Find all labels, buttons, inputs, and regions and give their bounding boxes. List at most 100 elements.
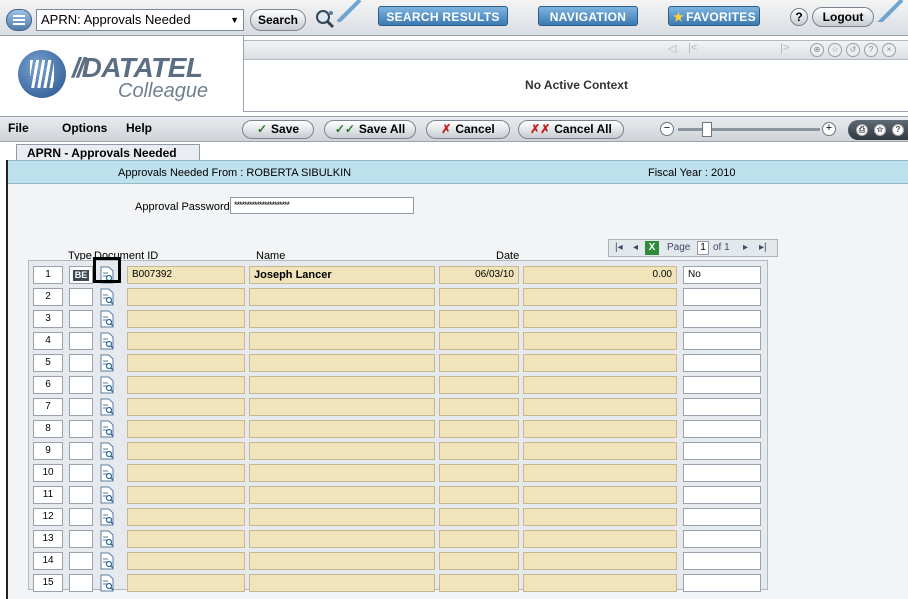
row-number[interactable]: 2 (33, 288, 63, 306)
row-number[interactable]: 15 (33, 574, 63, 592)
type-field[interactable]: BE (69, 266, 93, 284)
context-history-icon[interactable]: ↺ (846, 43, 860, 57)
document-id-field[interactable] (127, 420, 245, 438)
tab-favorites[interactable]: ★ FAVORITES (668, 6, 760, 26)
zoom-slider-handle[interactable] (702, 122, 712, 137)
document-detail-icon[interactable] (99, 464, 115, 482)
amount-field[interactable] (523, 398, 677, 416)
name-field[interactable] (249, 552, 435, 570)
amount-field[interactable] (523, 420, 677, 438)
document-id-field[interactable] (127, 376, 245, 394)
amount-field[interactable] (523, 442, 677, 460)
next-page-icon[interactable]: ▸ (743, 242, 748, 253)
date-field[interactable] (439, 574, 519, 592)
type-field[interactable] (69, 420, 93, 438)
approve-flag-field[interactable] (683, 508, 761, 526)
name-field[interactable] (249, 354, 435, 372)
type-field[interactable] (69, 530, 93, 548)
row-number[interactable]: 6 (33, 376, 63, 394)
row-number[interactable]: 10 (33, 464, 63, 482)
document-detail-icon[interactable] (99, 442, 115, 460)
type-field[interactable] (69, 508, 93, 526)
save-all-button[interactable]: ✓✓ Save All (324, 120, 416, 139)
date-field[interactable] (439, 486, 519, 504)
type-field[interactable] (69, 354, 93, 372)
page-number-input[interactable]: 1 (697, 241, 709, 255)
type-field[interactable] (69, 552, 93, 570)
document-id-field[interactable] (127, 530, 245, 548)
print-icon[interactable]: ⎙ (856, 124, 868, 136)
date-field[interactable] (439, 310, 519, 328)
name-field[interactable] (249, 508, 435, 526)
tab-aprn-form[interactable]: APRN - Approvals Needed (16, 144, 200, 161)
document-id-field[interactable] (127, 398, 245, 416)
date-field[interactable] (439, 398, 519, 416)
document-id-field[interactable] (127, 288, 245, 306)
approve-flag-field[interactable] (683, 486, 761, 504)
name-field[interactable] (249, 464, 435, 482)
row-number[interactable]: 12 (33, 508, 63, 526)
approve-flag-field[interactable]: No (683, 266, 761, 284)
amount-field[interactable] (523, 376, 677, 394)
row-number[interactable]: 11 (33, 486, 63, 504)
name-field[interactable] (249, 376, 435, 394)
amount-field[interactable] (523, 574, 677, 592)
tab-navigation[interactable]: NAVIGATION (538, 6, 638, 26)
date-field[interactable] (439, 442, 519, 460)
date-field[interactable]: 06/03/10 (439, 266, 519, 284)
first-page-icon[interactable]: |◂ (615, 242, 623, 253)
document-detail-icon[interactable] (99, 332, 115, 350)
approve-flag-field[interactable] (683, 464, 761, 482)
excel-export-icon[interactable]: X (645, 241, 659, 255)
approve-flag-field[interactable] (683, 442, 761, 460)
date-field[interactable] (439, 552, 519, 570)
approve-flag-field[interactable] (683, 552, 761, 570)
document-detail-icon[interactable] (99, 530, 115, 548)
cancel-button[interactable]: ✗ Cancel (426, 120, 510, 139)
type-field[interactable] (69, 332, 93, 350)
document-detail-icon[interactable] (99, 398, 115, 416)
cancel-all-button[interactable]: ✗✗ Cancel All (518, 120, 624, 139)
amount-field[interactable] (523, 508, 677, 526)
zoom-out-icon[interactable]: − (660, 122, 674, 136)
document-id-field[interactable]: B007392 (127, 266, 245, 284)
approve-flag-field[interactable] (683, 574, 761, 592)
context-help-icon[interactable]: ? (864, 43, 878, 57)
type-field[interactable] (69, 398, 93, 416)
zoom-slider-track[interactable] (678, 128, 820, 131)
approve-flag-field[interactable] (683, 310, 761, 328)
help-button[interactable]: ? (790, 8, 808, 26)
type-field[interactable] (69, 310, 93, 328)
name-field[interactable] (249, 574, 435, 592)
name-field[interactable] (249, 332, 435, 350)
date-field[interactable] (439, 354, 519, 372)
document-detail-icon[interactable] (99, 552, 115, 570)
document-id-field[interactable] (127, 442, 245, 460)
amount-field[interactable] (523, 552, 677, 570)
approval-password-field[interactable]: ********************** (230, 197, 414, 214)
prev-page-icon[interactable]: ◂ (633, 242, 638, 253)
amount-field[interactable] (523, 354, 677, 372)
approve-flag-field[interactable] (683, 288, 761, 306)
context-prev-icon[interactable]: |< (688, 42, 697, 54)
row-number[interactable]: 8 (33, 420, 63, 438)
menu-file[interactable]: File (8, 121, 29, 135)
save-button[interactable]: ✓ Save (242, 120, 314, 139)
date-field[interactable] (439, 288, 519, 306)
row-number[interactable]: 13 (33, 530, 63, 548)
document-detail-icon[interactable] (99, 288, 115, 306)
form-help-icon[interactable]: ? (892, 124, 904, 136)
document-id-field[interactable] (127, 508, 245, 526)
name-field[interactable] (249, 442, 435, 460)
search-button[interactable]: Search (250, 9, 306, 31)
row-number[interactable]: 1 (33, 266, 63, 284)
document-detail-icon[interactable] (99, 420, 115, 438)
type-field[interactable] (69, 442, 93, 460)
type-field[interactable] (69, 376, 93, 394)
date-field[interactable] (439, 376, 519, 394)
form-selector[interactable]: APRN: Approvals Needed ▼ (36, 9, 244, 31)
document-id-field[interactable] (127, 354, 245, 372)
name-field[interactable] (249, 420, 435, 438)
document-detail-icon[interactable] (99, 310, 115, 328)
context-print-icon[interactable]: ⊕ (810, 43, 824, 57)
